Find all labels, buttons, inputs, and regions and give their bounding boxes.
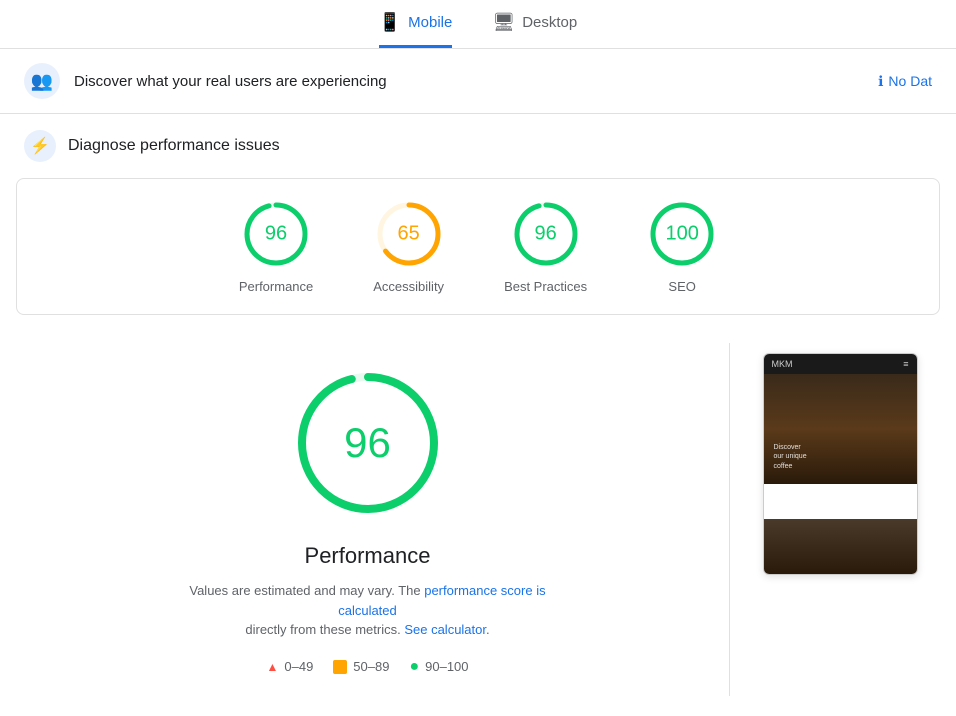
score-card-seo[interactable]: 100 SEO [647,199,717,294]
note-suffix: . [486,622,490,637]
mobile-icon: 📱 [379,12,401,33]
info-icon: ℹ [878,73,883,90]
phone-content-area [764,484,917,519]
big-score-number: 96 [344,419,391,467]
note-prefix: Values are estimated and may vary. The [189,583,424,598]
score-circle-performance: 96 [241,199,311,269]
score-circle-accessibility: 65 [374,199,444,269]
score-circle-best-practices: 96 [511,199,581,269]
score-cards-container: 96 Performance 65 Accessibility 96 Best … [16,178,940,315]
no-data-link[interactable]: ℹ No Dat [878,73,932,90]
orange-square-icon [333,660,347,674]
green-circle-icon: ● [409,658,419,676]
score-card-accessibility[interactable]: 65 Accessibility [373,199,444,294]
desktop-icon: 🖥 [492,12,515,33]
note-mid: directly from these metrics. [245,622,400,637]
phone-brand: MKM [772,359,793,369]
score-circle-seo: 100 [647,199,717,269]
phone-hero-line3: coffee [774,462,807,472]
score-card-performance[interactable]: 96 Performance [239,199,313,294]
tab-desktop-label: Desktop [522,14,577,31]
phone-hero-line1: Discover [774,443,807,453]
phone-hero-line2: our unique [774,452,807,462]
score-label-best-practices: Best Practices [504,279,587,294]
score-value-accessibility: 65 [398,223,420,246]
tabs-bar: 📱 Mobile 🖥 Desktop [0,0,956,49]
legend-label-red: 0–49 [284,659,313,674]
big-score-circle: 96 [288,363,448,523]
score-note: Values are estimated and may vary. The p… [178,581,558,640]
discover-bar: 👥 Discover what your real users are expe… [0,49,956,114]
score-card-best-practices[interactable]: 96 Best Practices [504,199,587,294]
phone-secondary-image [764,519,917,574]
vertical-divider [729,343,730,696]
no-data-label: No Dat [888,73,932,89]
phone-hero-image: Discover our unique coffee [764,374,917,484]
score-value-seo: 100 [665,223,698,246]
score-label-seo: SEO [668,279,695,294]
right-panel: MKM ≡ Discover our unique coffee [740,343,940,696]
legend-item-orange: 50–89 [333,659,389,674]
tab-mobile-label: Mobile [408,14,452,31]
phone-preview: MKM ≡ Discover our unique coffee [763,353,918,575]
score-value-performance: 96 [265,223,287,246]
left-panel: 96 Performance Values are estimated and … [16,343,719,696]
score-label-accessibility: Accessibility [373,279,444,294]
legend-label-orange: 50–89 [353,659,389,674]
diagnose-title: Diagnose performance issues [68,137,280,155]
main-content: 96 Performance Values are estimated and … [0,323,956,716]
discover-icon: 👥 [24,63,60,99]
red-triangle-icon: ▲ [266,660,278,674]
legend-label-green: 90–100 [425,659,468,674]
tab-mobile[interactable]: 📱 Mobile [379,12,453,48]
diagnose-header: ⚡ Diagnose performance issues [0,114,956,170]
phone-header: MKM ≡ [764,354,917,374]
discover-title: Discover what your real users are experi… [74,73,387,90]
discover-left: 👥 Discover what your real users are expe… [24,63,387,99]
tab-desktop[interactable]: 🖥 Desktop [492,12,577,48]
big-score-title: Performance [305,543,431,569]
diagnose-icon: ⚡ [24,130,56,162]
phone-menu-icon: ≡ [903,359,908,369]
score-value-best-practices: 96 [534,223,556,246]
legend-item-red: ▲ 0–49 [266,659,313,674]
legend-item-green: ● 90–100 [409,658,468,676]
phone-hero-text: Discover our unique coffee [774,443,807,472]
legend: ▲ 0–49 50–89 ● 90–100 [266,658,468,676]
note-link2[interactable]: See calculator [404,622,486,637]
score-label-performance: Performance [239,279,313,294]
